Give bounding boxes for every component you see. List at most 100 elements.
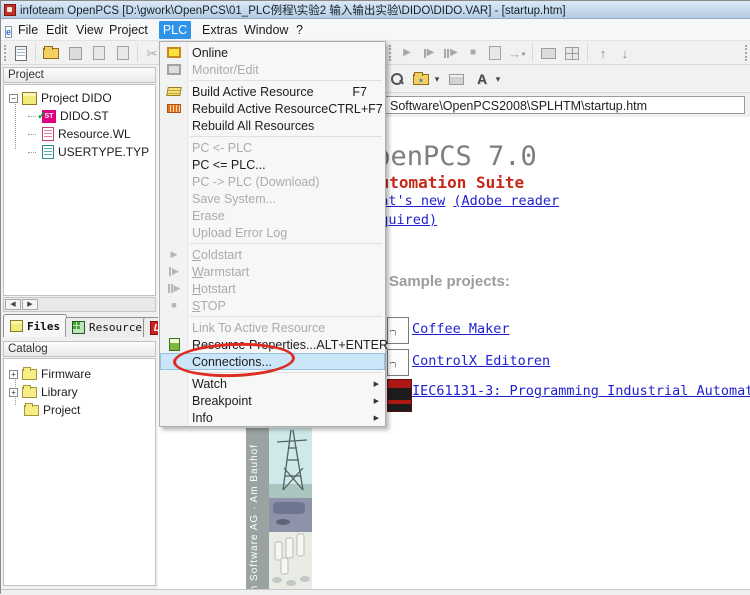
catalog-item-project[interactable]: Project: [20, 401, 80, 419]
font-caret[interactable]: ▾: [492, 69, 504, 89]
menu-view[interactable]: View: [71, 21, 108, 39]
monitor-icon: [541, 48, 556, 59]
warmstart-button[interactable]: ▶: [418, 43, 440, 63]
menu-item-build-active-resource[interactable]: Build Active Resource F7: [160, 83, 385, 100]
monitor-button[interactable]: [537, 43, 559, 63]
menu-item-info[interactable]: Info ▶: [160, 409, 385, 426]
tree-item-usertype-typ[interactable]: USERTYPE.TYP: [28, 143, 149, 161]
tree-item-project-dido[interactable]: − Project DIDO: [9, 89, 112, 107]
blank-icon: [165, 226, 183, 240]
library-tab-icon: L: [150, 321, 158, 335]
toolbar-grip[interactable]: [4, 45, 7, 61]
menu-separator: [190, 316, 382, 317]
menu-project[interactable]: Project: [104, 21, 153, 39]
coffee-maker-link[interactable]: Coffee Maker: [412, 321, 510, 337]
menu-edit[interactable]: Edit: [41, 21, 73, 39]
blank-icon: [165, 377, 183, 391]
tree-item-dido-st[interactable]: ST✓ DIDO.ST: [28, 107, 109, 125]
blank-icon: [165, 394, 183, 408]
split-window-button[interactable]: [561, 43, 583, 63]
tree-label: Project DIDO: [41, 91, 112, 105]
document-button[interactable]: [484, 43, 506, 63]
menu-item-upload-error-log[interactable]: Upload Error Log: [160, 224, 385, 241]
build-icon: [165, 85, 183, 99]
open-button[interactable]: [40, 43, 62, 63]
toolbar-grip[interactable]: [745, 45, 748, 61]
controlx-link[interactable]: ControlX Editoren: [412, 353, 550, 369]
new-document-button[interactable]: [10, 43, 32, 63]
sample-projects-heading: Sample projects:: [389, 273, 510, 290]
favorites-caret[interactable]: ▾: [431, 69, 443, 89]
menu-item-stop[interactable]: ■ STOP: [160, 297, 385, 314]
shortcut: ALT+ENTER: [316, 338, 388, 352]
menu-separator: [190, 136, 382, 137]
menu-plc[interactable]: PLC: [159, 21, 191, 39]
menu-item-breakpoint[interactable]: Breakpoint ▶: [160, 392, 385, 409]
menu-item-coldstart[interactable]: ▶ Coldstart: [160, 246, 385, 263]
menu-extras[interactable]: Extras: [197, 21, 242, 39]
online-icon: [165, 46, 183, 60]
menu-item-link-to-active-resource[interactable]: Link To Active Resource: [160, 319, 385, 336]
tree-item-resource-wl[interactable]: Resource.WL: [28, 125, 131, 143]
collapse-box[interactable]: −: [9, 94, 18, 103]
usertype-file-icon: [42, 145, 54, 159]
cut-icon: ✂: [147, 47, 158, 60]
menu-item-hotstart[interactable]: ▶ Hotstart: [160, 280, 385, 297]
scroll-right-button[interactable]: ▶: [22, 299, 38, 310]
expand-box[interactable]: +: [9, 388, 18, 397]
menu-item-pc-to-plc-download[interactable]: PC -> PLC (Download): [160, 173, 385, 190]
tree-connector: [28, 152, 36, 153]
menu-item-watch[interactable]: Watch ▶: [160, 375, 385, 392]
toolbar-grip[interactable]: [389, 45, 392, 61]
copy-pages-button[interactable]: [88, 43, 110, 63]
document-icon: [489, 46, 501, 60]
address-text: Software\OpenPCS2008\SPLHTM\startup.htm: [390, 99, 647, 113]
expand-box[interactable]: +: [9, 370, 18, 379]
caret-down-icon: ▾: [435, 75, 440, 84]
menu-item-pc-from-plc[interactable]: PC <- PLC: [160, 139, 385, 156]
blank-icon: [165, 119, 183, 133]
stop-icon: ■: [470, 48, 476, 58]
save-button[interactable]: [64, 43, 86, 63]
zoom-button[interactable]: [386, 69, 408, 89]
menu-help[interactable]: ?: [291, 21, 308, 39]
menu-item-pc-le-plc[interactable]: PC <= PLC...: [160, 156, 385, 173]
catalog-item-library[interactable]: + Library: [9, 383, 78, 401]
scroll-left-button[interactable]: ◀: [5, 299, 21, 310]
stop-button[interactable]: ■: [462, 43, 484, 63]
menu-item-rebuild-active-resource[interactable]: Rebuild Active Resource CTRL+F7: [160, 100, 385, 117]
tab-files[interactable]: Files: [3, 314, 67, 337]
menu-item-save-system[interactable]: Save System...: [160, 190, 385, 207]
blank-icon: [165, 141, 183, 155]
print-button[interactable]: [445, 69, 467, 89]
star-icon: ✶: [418, 77, 424, 85]
tree-label: USERTYPE.TYP: [58, 145, 149, 159]
pylon-photo: [269, 428, 312, 498]
hotstart-icon: ▶: [165, 282, 183, 296]
hotstart-button[interactable]: ▶: [440, 43, 462, 63]
check-icon: ✓: [37, 110, 46, 123]
project-pane-header: Project: [3, 67, 156, 83]
iec61131-link[interactable]: IEC61131-3: Programming Industrial Autom…: [412, 383, 750, 399]
move-down-button[interactable]: ↓: [614, 43, 636, 63]
step-button[interactable]: →•: [506, 43, 528, 63]
move-up-button[interactable]: ↑: [592, 43, 614, 63]
project-tree-hscrollbar[interactable]: ◀ ▶: [3, 297, 156, 312]
favorites-button[interactable]: ✶: [410, 69, 432, 89]
project-link-row: Coffee Maker: [387, 317, 750, 349]
menu-item-rebuild-all-resources[interactable]: Rebuild All Resources: [160, 117, 385, 134]
menu-item-erase[interactable]: Erase: [160, 207, 385, 224]
menu-window[interactable]: Window: [239, 21, 293, 39]
menu-file[interactable]: File: [13, 21, 43, 39]
document-icon: e: [5, 26, 12, 38]
coldstart-button[interactable]: ▶: [396, 43, 418, 63]
strip-sidebar: infoteam Software AG · Am Bauhof: [246, 428, 269, 589]
save-all-button[interactable]: [112, 43, 134, 63]
font-button[interactable]: A: [471, 69, 493, 89]
ladder-doc-icon: [387, 349, 409, 376]
catalog-item-firmware[interactable]: + Firmware: [9, 365, 91, 383]
menu-item-warmstart[interactable]: ▶ Warmstart: [160, 263, 385, 280]
menu-item-online[interactable]: Online: [160, 44, 385, 61]
menu-item-monitor-edit[interactable]: Monitor/Edit: [160, 61, 385, 78]
tab-library[interactable]: L: [143, 317, 158, 337]
